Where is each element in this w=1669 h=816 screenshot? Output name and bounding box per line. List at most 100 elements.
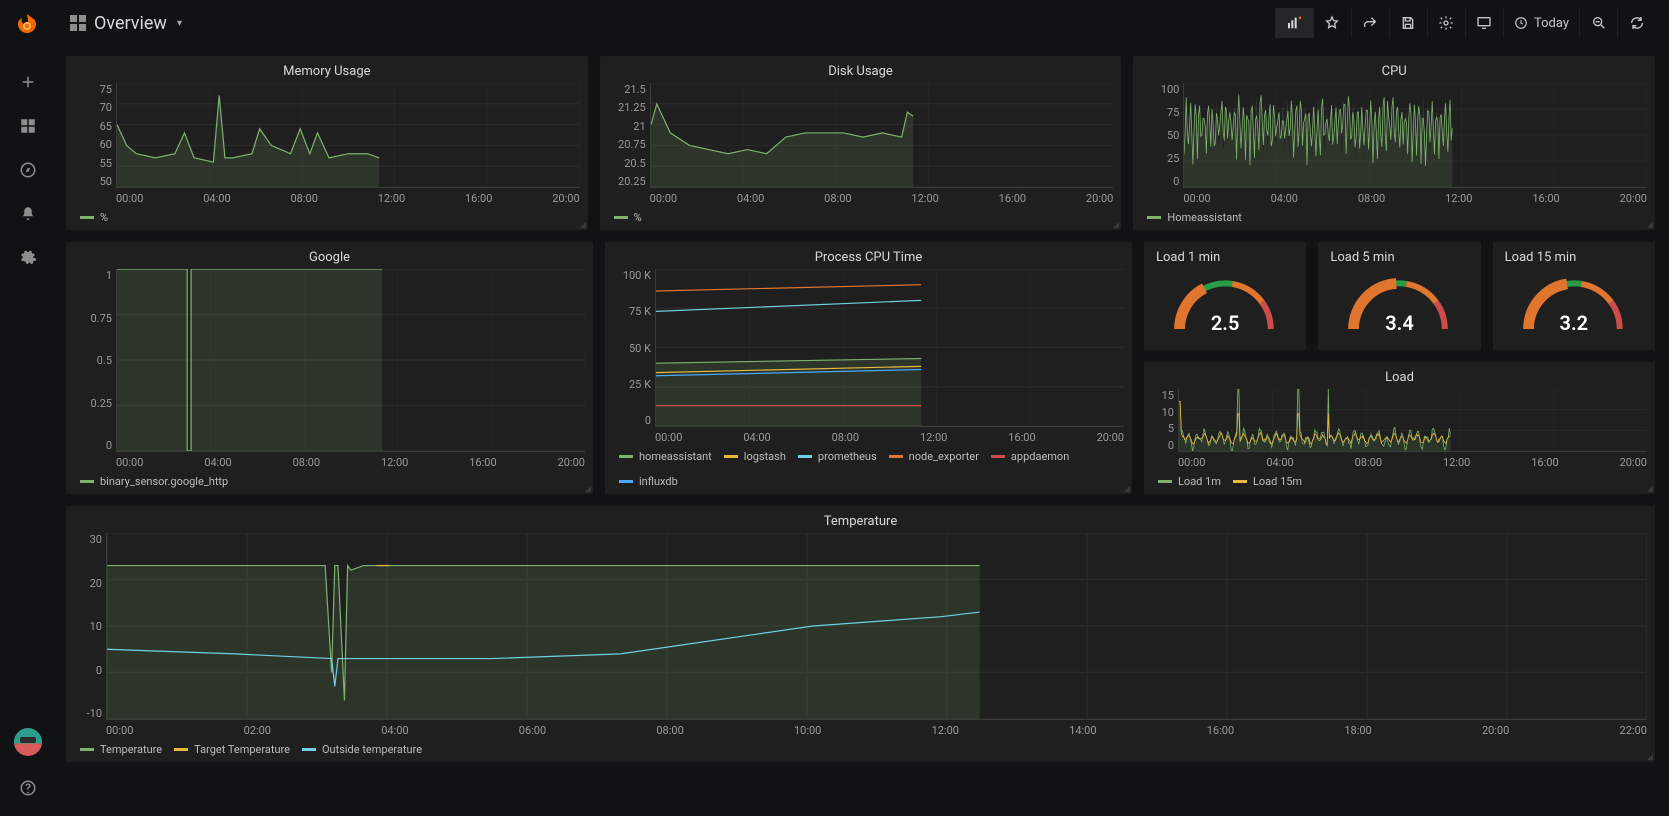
legend-swatch (302, 748, 316, 751)
legend-swatch (1147, 216, 1161, 219)
gauge-title: Load 15 min (1501, 248, 1577, 269)
legend-swatch (80, 480, 94, 483)
settings-button[interactable] (1427, 8, 1465, 38)
gauge-panel[interactable]: Load 1 min 2.5 (1144, 242, 1306, 350)
legend-swatch (889, 455, 903, 458)
gauge-panel[interactable]: Load 15 min 3.2 (1493, 242, 1655, 350)
gauge-value: 3.4 (1385, 311, 1414, 335)
legend-swatch (619, 455, 633, 458)
legend-item[interactable]: Homeassistant (1147, 211, 1242, 224)
legend-label: Temperature (100, 743, 162, 756)
resize-handle[interactable] (1645, 484, 1653, 492)
gauge-value: 2.5 (1211, 311, 1240, 335)
legend-swatch (1233, 480, 1247, 483)
grafana-logo[interactable] (12, 12, 44, 44)
resize-handle[interactable] (578, 220, 586, 228)
cycle-view-button[interactable] (1465, 8, 1503, 38)
resize-handle[interactable] (1122, 484, 1130, 492)
help-icon[interactable] (8, 768, 48, 808)
legend-label: % (100, 211, 108, 224)
avatar[interactable] (14, 728, 42, 756)
legend-item[interactable]: Outside temperature (302, 743, 422, 756)
gauge-panel[interactable]: Load 5 min 3.4 (1318, 242, 1480, 350)
panel-google[interactable]: Google 10.750.50.250 00:0004:0008:0012:0… (66, 242, 593, 494)
time-range-picker[interactable]: Today (1503, 8, 1579, 38)
legend-label: appdaemon (1011, 450, 1069, 463)
legend-label: prometheus (818, 450, 877, 463)
panel-title: Load (1152, 368, 1647, 389)
legend-swatch (174, 748, 188, 751)
legend-label: binary_sensor.google_http (100, 475, 228, 488)
legend-label: Load 15m (1253, 475, 1302, 488)
bell-icon[interactable] (8, 194, 48, 234)
star-button[interactable] (1313, 8, 1351, 38)
dashboards-icon[interactable] (8, 106, 48, 146)
legend-label: Load 1m (1178, 475, 1221, 488)
gauge-value: 3.2 (1560, 311, 1589, 335)
legend-swatch (798, 455, 812, 458)
dashboard-picker[interactable]: Overview ▾ (70, 13, 182, 34)
resize-handle[interactable] (1645, 752, 1653, 760)
gauge: 3.2 (1501, 269, 1647, 335)
zoom-out-button[interactable] (1579, 8, 1617, 38)
legend-item[interactable]: node_exporter (889, 450, 979, 463)
legend-item[interactable]: prometheus (798, 450, 877, 463)
legend-item[interactable]: Target Temperature (174, 743, 290, 756)
resize-handle[interactable] (1645, 220, 1653, 228)
legend-label: Target Temperature (194, 743, 290, 756)
gauge-title: Load 5 min (1326, 248, 1394, 269)
gauge: 3.4 (1326, 269, 1472, 335)
chevron-down-icon: ▾ (177, 18, 182, 29)
save-button[interactable] (1389, 8, 1427, 38)
legend-swatch (80, 748, 94, 751)
refresh-button[interactable] (1617, 8, 1655, 38)
legend-item[interactable]: logstash (724, 450, 786, 463)
legend-item[interactable]: influxdb (619, 475, 678, 488)
legend-label: logstash (744, 450, 786, 463)
legend-swatch (724, 455, 738, 458)
legend-swatch (1158, 480, 1172, 483)
panel-load[interactable]: Load 151050 00:0004:0008:0012:0016:0020:… (1144, 362, 1655, 494)
legend-swatch (614, 216, 628, 219)
resize-handle[interactable] (583, 484, 591, 492)
panel-cpu[interactable]: CPU 1007550250 00:0004:0008:0012:0016:00… (1133, 56, 1655, 230)
dashboards-mini-icon (70, 15, 86, 31)
legend-label: % (634, 211, 642, 224)
panel-title: Google (74, 248, 585, 269)
gear-icon[interactable] (8, 238, 48, 278)
legend-item[interactable]: Temperature (80, 743, 162, 756)
gauge-row: Load 1 min 2.5 Load 5 min 3.4 Load 15 min 3.2 (1144, 242, 1655, 350)
legend-label: Outside temperature (322, 743, 422, 756)
legend-label: influxdb (639, 475, 678, 488)
panel-temperature[interactable]: Temperature 3020100-10 00:0002:0004:0006… (66, 506, 1655, 762)
legend-item[interactable]: homeassistant (619, 450, 712, 463)
gauge-title: Load 1 min (1152, 248, 1220, 269)
legend-item[interactable]: Load 15m (1233, 475, 1302, 488)
dashboard-title: Overview (94, 13, 167, 34)
left-sidebar (0, 0, 56, 816)
panel-title: Temperature (74, 512, 1647, 533)
legend-item[interactable]: binary_sensor.google_http (80, 475, 228, 488)
compass-icon[interactable] (8, 150, 48, 190)
panel-title: Disk Usage (608, 62, 1114, 83)
legend-label: homeassistant (639, 450, 712, 463)
share-button[interactable] (1351, 8, 1389, 38)
gauge: 2.5 (1152, 269, 1298, 335)
panel-disk-usage[interactable]: Disk Usage 21.521.252120.7520.520.25 00:… (600, 56, 1122, 230)
plus-icon[interactable] (8, 62, 48, 102)
legend-swatch (80, 216, 94, 219)
topbar: Overview ▾ Today (56, 0, 1669, 46)
legend-item[interactable]: appdaemon (991, 450, 1069, 463)
legend-item[interactable]: % (80, 211, 108, 224)
legend-item[interactable]: % (614, 211, 642, 224)
panel-memory-usage[interactable]: Memory Usage 757065605550 00:0004:0008:0… (66, 56, 588, 230)
dashboard-grid: Memory Usage 757065605550 00:0004:0008:0… (56, 46, 1669, 816)
add-panel-button[interactable] (1275, 8, 1313, 38)
resize-handle[interactable] (1111, 220, 1119, 228)
time-range-label: Today (1534, 16, 1569, 31)
legend-item[interactable]: Load 1m (1158, 475, 1221, 488)
legend-swatch (991, 455, 1005, 458)
legend-swatch (619, 480, 633, 483)
panel-title: Memory Usage (74, 62, 580, 83)
panel-process-cpu-time[interactable]: Process CPU Time 100 K75 K50 K25 K0 00:0… (605, 242, 1132, 494)
